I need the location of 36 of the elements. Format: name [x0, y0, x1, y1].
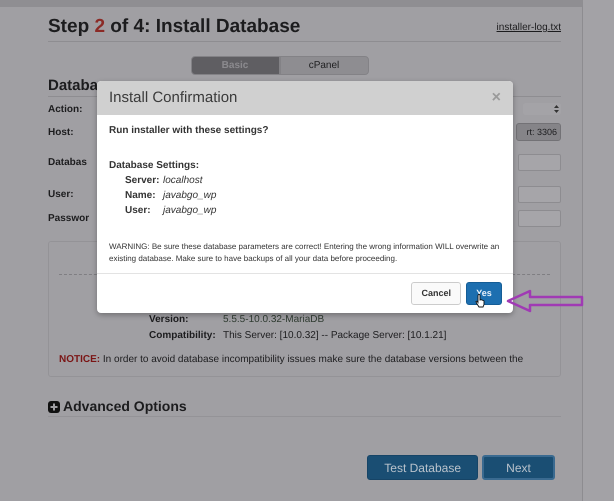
info-label: Compatibility: [149, 329, 217, 343]
warning-text: WARNING: Be sure these database parameters are correct! Entering the wrong information WILL overwrite an existing database. Make sure to have backups of all your data before proceeding. [109, 241, 500, 264]
input-field[interactable] [518, 186, 561, 202]
log-link[interactable]: installer-log.txt [496, 20, 561, 35]
test-database-button[interactable]: Test Database [367, 455, 478, 480]
input-field[interactable] [518, 154, 561, 170]
mode-tab[interactable]: cPanel [280, 56, 368, 75]
info-value: 5.5.5-10.0.32-MariaDB [223, 313, 324, 327]
dropdown-arrows-icon [554, 105, 559, 113]
field-label: User: [48, 188, 74, 202]
setting-label: Name: [125, 189, 157, 203]
info-value: This Server: [10.0.32] -- Package Server: [10.1.21] [223, 329, 446, 343]
next-button[interactable]: Next [482, 455, 555, 480]
field-label: Host: [48, 126, 74, 140]
settings-heading: Database Settings: [109, 159, 200, 173]
dialog-question: Run installer with these settings? [109, 124, 270, 138]
setting-value: javabgo_wp [163, 204, 216, 218]
section-heading[interactable]: Advanced Options [63, 396, 187, 417]
setting-value: javabgo_wp [163, 189, 216, 203]
page-title: Step 2 of 4: Install Database [48, 16, 300, 39]
field-label: Databas [48, 156, 87, 170]
select-field[interactable] [523, 103, 561, 115]
cancel-button[interactable]: Cancel [411, 282, 461, 305]
field-label: Passwor [48, 212, 90, 226]
arrow-icon [506, 289, 584, 313]
info-label: Version: [149, 313, 190, 327]
setting-label: User: [125, 204, 152, 218]
setting-label: Server: [125, 174, 160, 188]
toggle-icon[interactable] [48, 400, 60, 412]
field-label: Action: [48, 102, 82, 116]
input-field[interactable] [518, 210, 561, 226]
setting-value: localhost [163, 174, 202, 188]
dialog-title: Install Confirmation [109, 88, 238, 108]
port-field[interactable]: rt: 3306 [516, 123, 561, 141]
section-heading: Databa [48, 77, 98, 94]
notice-text: NOTICE: In order to avoid database incompatibility issues make sure the database versions between the [59, 353, 524, 367]
